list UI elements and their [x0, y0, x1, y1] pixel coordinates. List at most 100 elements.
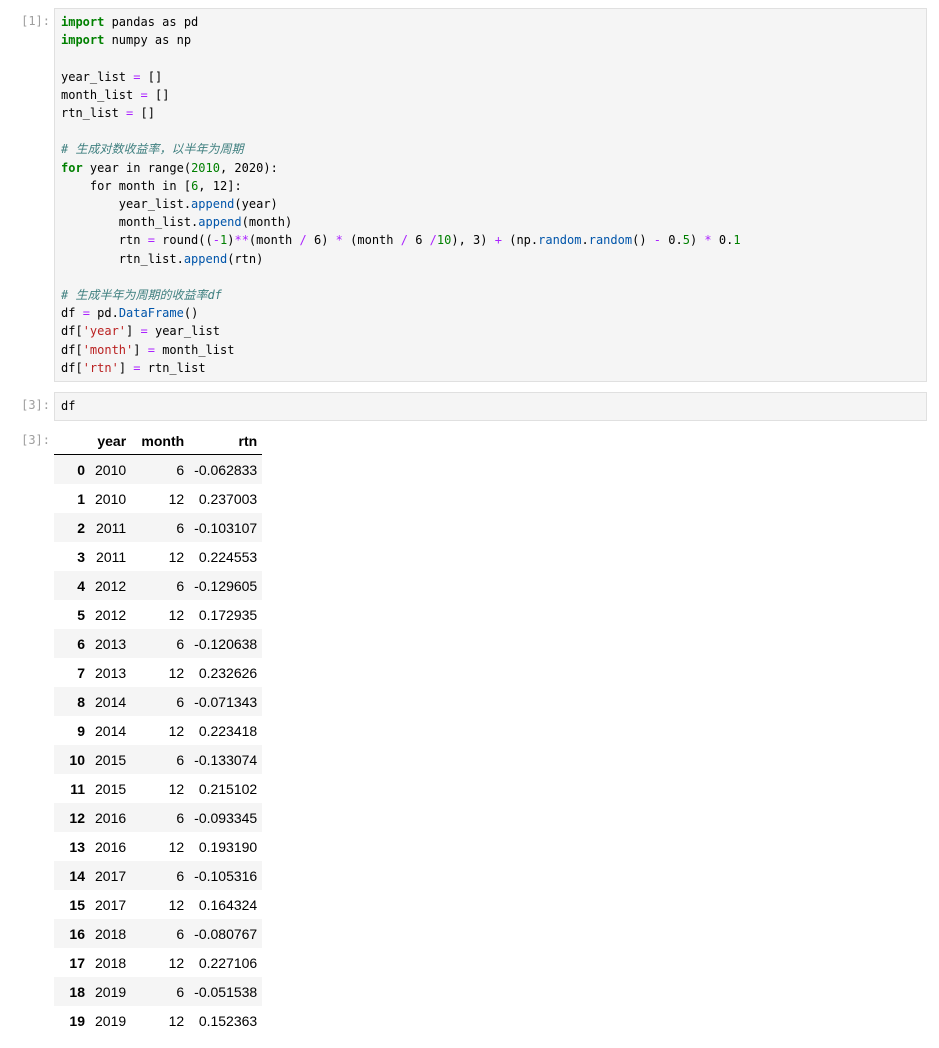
cell-year: 2019	[95, 983, 127, 1000]
cell-year: 2018	[95, 954, 127, 971]
output-prompt: [3]:	[21, 433, 50, 447]
cell-rtn: 0.224553	[198, 548, 258, 565]
row-index: 9	[77, 722, 85, 739]
row-index: 5	[77, 606, 85, 623]
dataframe-table: year month rtn 0 2010 6 -0.062833 1 2010 12 0.2…	[54, 427, 263, 1035]
cell-rtn: 0.152363	[198, 1012, 258, 1029]
cell-month: 12	[168, 664, 185, 681]
cell-rtn: 0.172935	[198, 606, 258, 623]
cell-month: 6	[176, 751, 185, 768]
cell-2-input[interactable]: df	[54, 392, 927, 421]
cell-year: 2012	[95, 606, 127, 623]
table-row: 15 2017 12 0.164324	[54, 890, 263, 919]
cell-rtn: -0.129605	[194, 577, 258, 594]
cell-rtn: 0.237003	[198, 490, 258, 507]
cell-month: 6	[176, 867, 185, 884]
table-row: 1 2010 12 0.237003	[54, 484, 263, 513]
row-index: 15	[69, 896, 85, 913]
row-index: 18	[69, 983, 85, 1000]
table-row: 2 2011 6 -0.103107	[54, 513, 263, 542]
row-index: 11	[70, 780, 85, 797]
cell-month: 6	[176, 693, 185, 710]
cell-year: 2019	[95, 1012, 127, 1029]
row-index: 6	[77, 635, 85, 652]
cell-month: 6	[176, 925, 185, 942]
cell-rtn: 0.193190	[198, 838, 258, 855]
table-row: 0 2010 6 -0.062833	[54, 454, 263, 484]
cell-1-prompt: [1]:	[21, 14, 50, 28]
cell-month: 12	[168, 722, 185, 739]
cell-rtn: -0.062833	[194, 461, 258, 478]
cell-year: 2011	[96, 548, 127, 565]
row-index: 13	[69, 838, 85, 855]
table-row: 8 2014 6 -0.071343	[54, 687, 263, 716]
table-row: 10 2015 6 -0.133074	[54, 745, 263, 774]
cell-rtn: -0.093345	[194, 809, 258, 826]
row-index: 8	[77, 693, 85, 710]
table-row: 9 2014 12 0.223418	[54, 716, 263, 745]
row-index: 1	[77, 490, 85, 507]
row-index: 17	[69, 954, 85, 971]
row-index: 4	[77, 577, 85, 594]
cell-2-code[interactable]: df	[55, 393, 926, 419]
table-row: 13 2016 12 0.193190	[54, 832, 263, 861]
cell-2-prompt: [3]:	[21, 398, 50, 412]
table-row: 16 2018 6 -0.080767	[54, 919, 263, 948]
row-index: 16	[69, 925, 85, 942]
cell-month: 6	[176, 577, 185, 594]
cell-year: 2015	[95, 780, 127, 797]
table-row: 14 2017 6 -0.105316	[54, 861, 263, 890]
table-row: 12 2016 6 -0.093345	[54, 803, 263, 832]
cell-year: 2012	[95, 577, 127, 594]
index-header	[54, 427, 90, 455]
column-header-month: month	[131, 427, 190, 455]
cell-year: 2015	[95, 751, 127, 768]
cell-rtn: -0.071343	[194, 693, 258, 710]
table-row: 3 2011 12 0.224553	[54, 542, 263, 571]
row-index: 0	[77, 461, 85, 478]
row-index: 10	[69, 751, 85, 768]
cell-month: 12	[168, 780, 185, 797]
column-header-year: year	[90, 427, 132, 455]
cell-year: 2011	[96, 519, 127, 536]
cell-year: 2018	[95, 925, 127, 942]
table-row: 17 2018 12 0.227106	[54, 948, 263, 977]
table-row: 11 2015 12 0.215102	[54, 774, 263, 803]
cell-year: 2016	[95, 838, 127, 855]
cell-1-input[interactable]: import pandas as pd import numpy as np y…	[54, 8, 927, 382]
cell-year: 2010	[95, 490, 127, 507]
cell-month: 6	[176, 519, 185, 536]
cell-year: 2017	[95, 896, 127, 913]
cell-rtn: 0.227106	[198, 954, 258, 971]
cell-year: 2014	[95, 693, 127, 710]
cell-month: 12	[168, 548, 185, 565]
cell-rtn: 0.232626	[198, 664, 258, 681]
row-index: 2	[77, 519, 85, 536]
row-index: 19	[69, 1012, 85, 1029]
cell-rtn: -0.103107	[194, 519, 258, 536]
cell-month: 12	[168, 1012, 185, 1029]
column-header-rtn: rtn	[189, 427, 263, 455]
table-row: 4 2012 6 -0.129605	[54, 571, 263, 600]
cell-rtn: 0.223418	[198, 722, 258, 739]
cell-1-code[interactable]: import pandas as pd import numpy as np y…	[55, 9, 926, 381]
cell-year: 2010	[95, 461, 127, 478]
cell-year: 2014	[95, 722, 127, 739]
cell-rtn: -0.080767	[194, 925, 258, 942]
table-row: 19 2019 12 0.152363	[54, 1006, 263, 1035]
cell-month: 12	[168, 896, 185, 913]
cell-year: 2017	[95, 867, 127, 884]
cell-month: 6	[176, 809, 185, 826]
cell-rtn: 0.164324	[198, 896, 258, 913]
row-index: 12	[69, 809, 85, 826]
cell-rtn: -0.051538	[194, 983, 258, 1000]
cell-month: 12	[168, 838, 185, 855]
table-row: 6 2013 6 -0.120638	[54, 629, 263, 658]
cell-month: 6	[176, 461, 185, 478]
cell-year: 2013	[95, 664, 127, 681]
cell-rtn: 0.215102	[198, 780, 258, 797]
row-index: 3	[77, 548, 85, 565]
cell-rtn: -0.133074	[194, 751, 258, 768]
cell-rtn: -0.105316	[194, 867, 258, 884]
cell-year: 2013	[95, 635, 127, 652]
